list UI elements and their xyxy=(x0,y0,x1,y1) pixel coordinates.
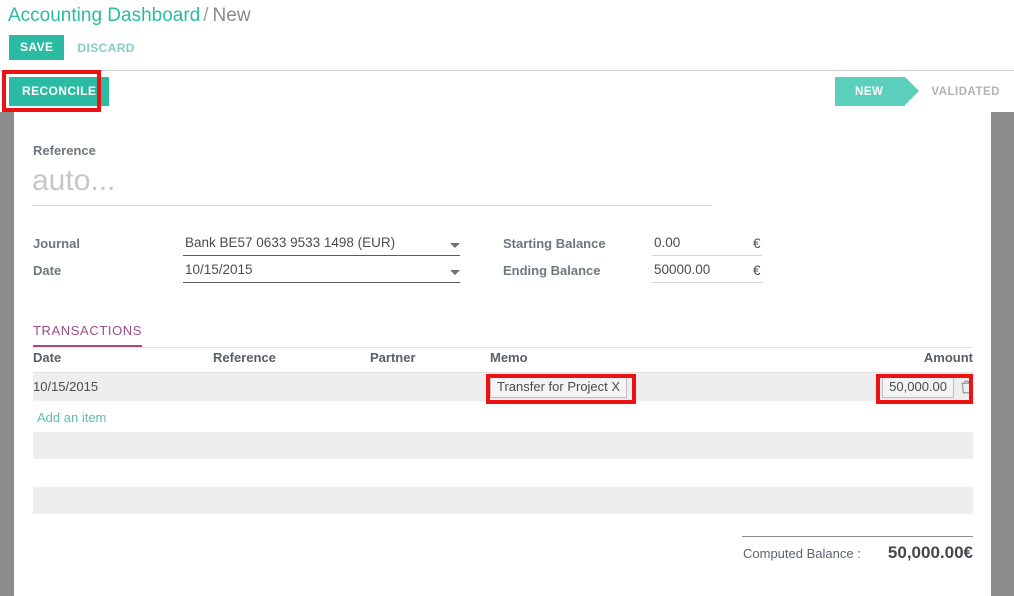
reconcile-button[interactable]: RECONCILE xyxy=(9,77,109,106)
computed-balance-divider xyxy=(742,536,973,537)
date-dropdown-caret-icon[interactable] xyxy=(450,270,460,275)
ending-balance-label: Ending Balance xyxy=(503,263,601,278)
status-bar: NEW VALIDATED xyxy=(835,77,1014,106)
starting-balance-currency: € xyxy=(753,236,761,251)
date-label: Date xyxy=(33,263,61,278)
cell-partner[interactable] xyxy=(370,373,490,401)
ending-balance-input[interactable]: 50000.00 xyxy=(652,262,762,283)
breadcrumb-current: New xyxy=(213,5,251,26)
record-toolbar: SAVE DISCARD xyxy=(9,35,135,60)
starting-balance-label: Starting Balance xyxy=(503,236,606,251)
amount-input[interactable]: 50,000.00 xyxy=(882,376,954,398)
column-header-date[interactable]: Date xyxy=(33,350,213,373)
trash-icon[interactable] xyxy=(960,380,973,394)
journal-dropdown-caret-icon[interactable] xyxy=(450,243,460,248)
reference-input[interactable] xyxy=(32,160,712,206)
cell-memo[interactable]: Transfer for Project X xyxy=(490,373,797,401)
journal-label: Journal xyxy=(33,236,80,251)
memo-input[interactable]: Transfer for Project X xyxy=(490,376,627,398)
computed-balance-label: Computed Balance : xyxy=(743,546,861,561)
column-header-memo[interactable]: Memo xyxy=(490,350,797,373)
journal-input[interactable]: Bank BE57 0633 9533 1498 (EUR) xyxy=(183,235,460,256)
discard-button[interactable]: DISCARD xyxy=(77,41,134,55)
status-stage-validated[interactable]: VALIDATED xyxy=(905,77,1014,106)
cell-reference[interactable] xyxy=(213,373,370,401)
starting-balance-input[interactable]: 0.00 xyxy=(652,235,762,256)
status-stage-new[interactable]: NEW xyxy=(835,77,905,106)
transactions-table: Date Reference Partner Memo Amount 10/15… xyxy=(33,350,973,401)
breadcrumb: Accounting Dashboard/New xyxy=(8,4,251,28)
breadcrumb-link-accounting-dashboard[interactable]: Accounting Dashboard xyxy=(8,5,200,26)
column-header-amount[interactable]: Amount xyxy=(797,350,973,373)
tab-transactions[interactable]: TRANSACTIONS xyxy=(33,323,142,347)
add-an-item-link[interactable]: Add an item xyxy=(37,410,106,425)
notebook-tab-strip xyxy=(33,320,973,348)
cell-amount[interactable]: 50,000.00 xyxy=(797,373,973,401)
breadcrumb-separator: / xyxy=(203,5,208,26)
button-bar-divider xyxy=(9,70,1014,71)
ending-balance-currency: € xyxy=(753,263,761,278)
table-row[interactable]: 10/15/2015 Transfer for Project X 50,000… xyxy=(33,373,973,401)
date-input[interactable]: 10/15/2015 xyxy=(183,262,460,283)
reference-label: Reference xyxy=(33,143,96,158)
save-button[interactable]: SAVE xyxy=(9,35,64,60)
empty-row-placeholder xyxy=(33,487,973,514)
column-header-partner[interactable]: Partner xyxy=(370,350,490,373)
empty-row-placeholder xyxy=(33,432,973,459)
cell-date[interactable]: 10/15/2015 xyxy=(33,373,213,401)
computed-balance-value: 50,000.00€ xyxy=(888,543,973,563)
column-header-reference[interactable]: Reference xyxy=(213,350,370,373)
table-header-row: Date Reference Partner Memo Amount xyxy=(33,350,973,373)
